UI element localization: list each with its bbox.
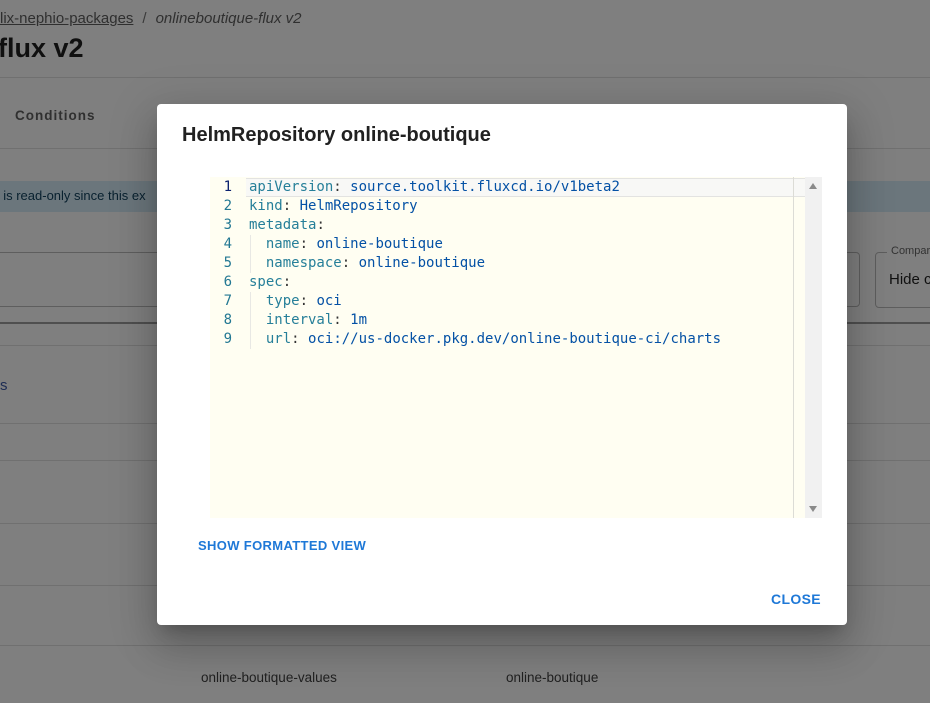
code-line: 9 url: oci://us-docker.pkg.dev/online-bo… bbox=[210, 330, 822, 349]
line-number: 3 bbox=[210, 216, 232, 235]
line-number: 1 bbox=[210, 178, 232, 197]
code-line: 8 interval: 1m bbox=[210, 311, 822, 330]
code-text: url: oci://us-docker.pkg.dev/online-bout… bbox=[249, 330, 721, 349]
code-text: apiVersion: source.toolkit.fluxcd.io/v1b… bbox=[249, 178, 620, 197]
line-number: 4 bbox=[210, 235, 232, 254]
code-text: kind: HelmRepository bbox=[249, 197, 418, 216]
code-text: type: oci bbox=[249, 292, 342, 311]
code-line: 6 spec: bbox=[210, 273, 822, 292]
line-number: 6 bbox=[210, 273, 232, 292]
editor-ruler-line bbox=[793, 177, 794, 518]
code-text: metadata: bbox=[249, 216, 325, 235]
code-text: namespace: online-boutique bbox=[249, 254, 485, 273]
line-number: 5 bbox=[210, 254, 232, 273]
line-number: 9 bbox=[210, 330, 232, 349]
show-formatted-view-button[interactable]: SHOW FORMATTED VIEW bbox=[198, 538, 366, 553]
yaml-code-editor[interactable]: 9 url: oci://us-docker.pkg.dev/online-bo… bbox=[210, 177, 822, 518]
code-line: 7 type: oci bbox=[210, 292, 822, 311]
scroll-down-icon[interactable] bbox=[809, 506, 817, 512]
code-line: 1 apiVersion: source.toolkit.fluxcd.io/v1… bbox=[210, 178, 822, 197]
close-button[interactable]: CLOSE bbox=[771, 591, 821, 607]
line-number: 2 bbox=[210, 197, 232, 216]
code-line: 5 namespace: online-boutique bbox=[210, 254, 822, 273]
code-line: 4 name: online-boutique bbox=[210, 235, 822, 254]
screen: lix-nephio-packages/onlineboutique-flux … bbox=[0, 0, 930, 703]
code-line: 2 kind: HelmRepository bbox=[210, 197, 822, 216]
editor-scrollbar[interactable] bbox=[805, 177, 822, 518]
line-number: 8 bbox=[210, 311, 232, 330]
code-text: interval: 1m bbox=[249, 311, 367, 330]
scroll-up-icon[interactable] bbox=[809, 183, 817, 189]
code-text: name: online-boutique bbox=[249, 235, 443, 254]
line-number: 7 bbox=[210, 292, 232, 311]
helm-repository-dialog: HelmRepository online-boutique 9 url: oc… bbox=[157, 104, 847, 625]
code-line: 3 metadata: bbox=[210, 216, 822, 235]
code-text: spec: bbox=[249, 273, 291, 292]
dialog-title: HelmRepository online-boutique bbox=[182, 124, 491, 147]
